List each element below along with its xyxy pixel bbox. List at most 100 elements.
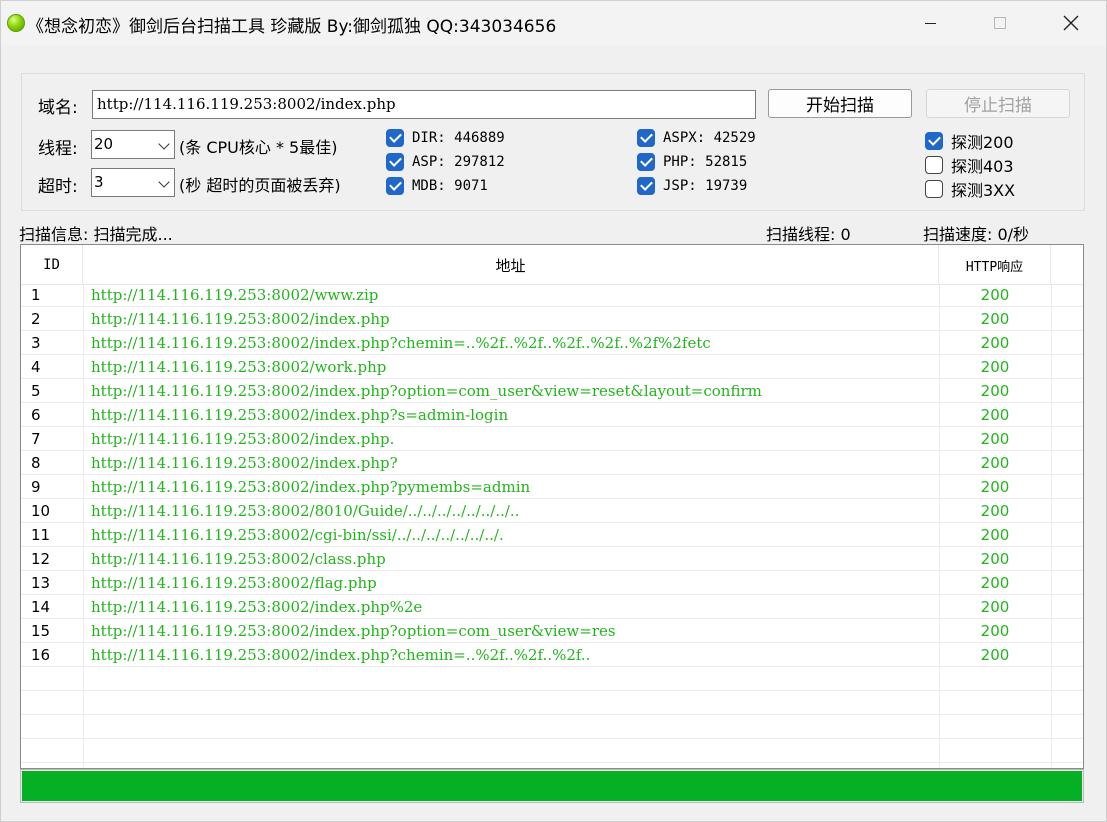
domain-label: 域名: xyxy=(38,98,78,118)
dict-label: ASPX: 42529 xyxy=(663,130,756,146)
table-row[interactable]: 13 http://114.116.119.253:8002/flag.php 20… xyxy=(21,571,1083,595)
checkbox-checked-icon xyxy=(386,153,404,171)
dict-checkbox-asp[interactable]: ASP: 297812 xyxy=(386,153,505,171)
threads-hint: (条 CPU核心 * 5最佳) xyxy=(179,138,338,157)
detect-403-checkbox[interactable]: 探测403 xyxy=(925,153,1014,177)
row-http-code: 200 xyxy=(980,622,1010,640)
column-header-url[interactable]: 地址 xyxy=(83,245,939,285)
timeout-select[interactable]: 3 xyxy=(91,168,175,197)
dict-label: JSP: 19739 xyxy=(663,178,748,194)
dict-label: DIR: 446889 xyxy=(412,130,505,146)
dict-checkbox-aspx[interactable]: ASPX: 42529 xyxy=(637,129,756,147)
dict-checkbox-jsp[interactable]: JSP: 19739 xyxy=(637,177,747,195)
row-http-code: 200 xyxy=(980,430,1010,448)
app-window: 《想念初恋》御剑后台扫描工具 珍藏版 By:御剑孤独 QQ:343034656 … xyxy=(0,0,1107,822)
row-http-code: 200 xyxy=(980,310,1010,328)
table-row[interactable]: 8 http://114.116.119.253:8002/index.php? 2… xyxy=(21,451,1083,475)
empty-table-row xyxy=(21,691,1083,715)
row-http-code: 200 xyxy=(980,550,1010,568)
dict-checkbox-php[interactable]: PHP: 52815 xyxy=(637,153,747,171)
chevron-down-icon xyxy=(158,176,170,188)
checkbox-checked-icon xyxy=(925,132,943,150)
row-url: http://114.116.119.253:8002/index.php?ch… xyxy=(91,334,711,352)
table-body: 1 http://114.116.119.253:8002/www.zip 200 2… xyxy=(21,283,1083,763)
maximize-button[interactable] xyxy=(965,1,1035,45)
table-row[interactable]: 10 http://114.116.119.253:8002/8010/Guide… xyxy=(21,499,1083,523)
row-id: 9 xyxy=(31,478,41,496)
row-id: 15 xyxy=(31,622,51,640)
table-row[interactable]: 2 http://114.116.119.253:8002/index.php 20… xyxy=(21,307,1083,331)
row-url: http://114.116.119.253:8002/index.php xyxy=(91,310,390,328)
scan-progress-bar xyxy=(20,769,1084,803)
table-row[interactable]: 7 http://114.116.119.253:8002/index.php. 2… xyxy=(21,427,1083,451)
row-url: http://114.116.119.253:8002/index.php%2e xyxy=(91,598,423,616)
timeout-label: 超时: xyxy=(38,177,78,197)
table-row[interactable]: 11 http://114.116.119.253:8002/cgi-bin/ss… xyxy=(21,523,1083,547)
row-id: 1 xyxy=(31,286,41,304)
title-bar[interactable]: 《想念初恋》御剑后台扫描工具 珍藏版 By:御剑孤独 QQ:343034656 xyxy=(1,1,1106,45)
scan-info-status: 扫描信息: 扫描完成... xyxy=(19,225,173,244)
table-row[interactable]: 16 http://114.116.119.253:8002/index.php?… xyxy=(21,643,1083,667)
row-id: 8 xyxy=(31,454,41,472)
row-url: http://114.116.119.253:8002/index.php?op… xyxy=(91,382,762,400)
row-url: http://114.116.119.253:8002/work.php xyxy=(91,358,387,376)
row-url: http://114.116.119.253:8002/class.php xyxy=(91,550,386,568)
table-row[interactable]: 6 http://114.116.119.253:8002/index.php?s… xyxy=(21,403,1083,427)
row-id: 12 xyxy=(31,550,51,568)
table-row[interactable]: 9 http://114.116.119.253:8002/index.php?p… xyxy=(21,475,1083,499)
detect-200-checkbox[interactable]: 探测200 xyxy=(925,129,1014,153)
empty-table-row xyxy=(21,739,1083,763)
stop-scan-button[interactable]: 停止扫描 xyxy=(926,89,1070,118)
table-row[interactable]: 5 http://114.116.119.253:8002/index.php?o… xyxy=(21,379,1083,403)
table-row[interactable]: 14 http://114.116.119.253:8002/index.php%… xyxy=(21,595,1083,619)
detect-label: 探测200 xyxy=(951,133,1014,152)
dict-label: ASP: 297812 xyxy=(412,154,505,170)
row-url: http://114.116.119.253:8002/cgi-bin/ssi/… xyxy=(91,526,504,544)
row-url: http://114.116.119.253:8002/flag.php xyxy=(91,574,377,592)
table-row[interactable]: 12 http://114.116.119.253:8002/class.php 2… xyxy=(21,547,1083,571)
detect-3xx-checkbox[interactable]: 探测3XX xyxy=(925,177,1015,201)
scan-threads-status: 扫描线程: 0 xyxy=(766,225,851,244)
checkbox-checked-icon xyxy=(637,177,655,195)
row-url: http://114.116.119.253:8002/index.php?s=… xyxy=(91,406,509,424)
empty-table-row xyxy=(21,715,1083,739)
row-id: 13 xyxy=(31,574,51,592)
row-http-code: 200 xyxy=(980,478,1010,496)
scan-speed-status: 扫描速度: 0/秒 xyxy=(923,225,1030,244)
minimize-button[interactable] xyxy=(895,1,965,45)
chevron-down-icon xyxy=(158,138,170,150)
table-header: ID 地址 HTTP响应 xyxy=(21,245,1083,285)
row-id: 7 xyxy=(31,430,41,448)
threads-value: 20 xyxy=(94,135,114,153)
table-row[interactable]: 3 http://114.116.119.253:8002/index.php?c… xyxy=(21,331,1083,355)
domain-input[interactable]: http://114.116.119.253:8002/index.php xyxy=(92,90,756,119)
detect-label: 探测3XX xyxy=(951,181,1016,200)
row-http-code: 200 xyxy=(980,286,1010,304)
table-row[interactable]: 15 http://114.116.119.253:8002/index.php?… xyxy=(21,619,1083,643)
results-table[interactable]: ID 地址 HTTP响应 1 http://114.116.119.253:800… xyxy=(20,244,1084,769)
checkbox-checked-icon xyxy=(386,129,404,147)
row-http-code: 200 xyxy=(980,526,1010,544)
timeout-value: 3 xyxy=(94,173,104,191)
table-row[interactable]: 1 http://114.116.119.253:8002/www.zip 200 xyxy=(21,283,1083,307)
close-button[interactable] xyxy=(1036,1,1106,45)
threads-select[interactable]: 20 xyxy=(91,130,175,159)
column-header-http-code[interactable]: HTTP响应 xyxy=(939,245,1051,285)
row-id: 10 xyxy=(31,502,51,520)
column-header-empty xyxy=(1051,245,1083,285)
checkbox-checked-icon xyxy=(386,177,404,195)
progress-fill xyxy=(22,771,1082,801)
checkbox-unchecked-icon xyxy=(925,180,943,198)
row-id: 5 xyxy=(31,382,41,400)
minimize-icon xyxy=(924,22,936,24)
table-row[interactable]: 4 http://114.116.119.253:8002/work.php 200 xyxy=(21,355,1083,379)
row-url: http://114.116.119.253:8002/index.php?ch… xyxy=(91,646,591,664)
start-scan-button[interactable]: 开始扫描 xyxy=(768,89,912,118)
row-id: 4 xyxy=(31,358,41,376)
row-id: 6 xyxy=(31,406,41,424)
row-http-code: 200 xyxy=(980,502,1010,520)
dict-checkbox-mdb[interactable]: MDB: 9071 xyxy=(386,177,488,195)
column-header-id[interactable]: ID xyxy=(21,245,83,285)
dict-checkbox-dir[interactable]: DIR: 446889 xyxy=(386,129,505,147)
row-id: 14 xyxy=(31,598,51,616)
